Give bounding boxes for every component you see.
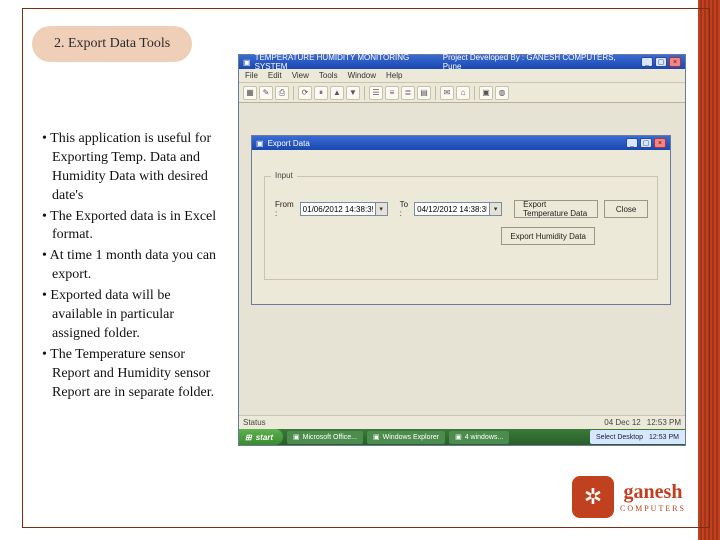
export-window-titlebar: ▣ Export Data _ ▢ × xyxy=(252,136,670,150)
toolbar: ▦ ✎ ⎙ ⟳ ⏸ ▲ ▼ ☰ ≡ ≣ ▤ ✉ ⌂ ▣ ◍ xyxy=(239,83,685,103)
toolbar-button[interactable]: ▤ xyxy=(417,86,431,100)
maximize-button[interactable]: ▢ xyxy=(655,57,667,67)
input-groupbox: Input From : ▾ To : ▾ Export Temperature… xyxy=(264,176,658,280)
chevron-down-icon[interactable]: ▾ xyxy=(376,202,388,216)
logo-subtitle: COMPUTERS xyxy=(620,504,686,513)
toolbar-button[interactable]: ⌂ xyxy=(456,86,470,100)
bullet-list: This application is useful for Exporting… xyxy=(42,130,220,404)
system-tray[interactable]: Select Desktop 12:53 PM xyxy=(590,430,685,444)
toolbar-separator xyxy=(293,86,294,100)
start-label: start xyxy=(256,433,273,442)
close-button[interactable]: × xyxy=(669,57,681,67)
company-logo: ✲ ganesh COMPUTERS xyxy=(572,476,686,518)
export-window-icon: ▣ xyxy=(256,139,264,148)
status-time: 12:53 PM xyxy=(647,418,681,427)
toolbar-button[interactable]: ⏸ xyxy=(314,86,328,100)
toolbar-button[interactable]: ✉ xyxy=(440,86,454,100)
toolbar-separator xyxy=(435,86,436,100)
main-window-title-right: Project Developed By : GANESH COMPUTERS,… xyxy=(443,53,635,71)
groupbox-label: Input xyxy=(271,171,297,180)
app-window: ▣ TEMPERATURE HUMIDITY MONITORING SYSTEM… xyxy=(238,54,686,446)
logo-name: ganesh xyxy=(624,481,683,504)
maximize-button[interactable]: ▢ xyxy=(640,138,652,148)
from-date-input[interactable] xyxy=(300,202,376,216)
toolbar-button[interactable]: ⎙ xyxy=(275,86,289,100)
list-item: At time 1 month data you can export. xyxy=(42,247,220,285)
toolbar-button[interactable]: ☰ xyxy=(369,86,383,100)
slide-title: 2. Export Data Tools xyxy=(32,26,192,62)
main-window-title-left: TEMPERATURE HUMIDITY MONITORING SYSTEM xyxy=(255,53,443,71)
toolbar-button[interactable]: ▲ xyxy=(330,86,344,100)
close-dialog-button[interactable]: Close xyxy=(604,200,648,218)
main-window-titlebar: ▣ TEMPERATURE HUMIDITY MONITORING SYSTEM… xyxy=(239,55,685,69)
toolbar-button[interactable]: ▼ xyxy=(346,86,360,100)
menu-tools[interactable]: Tools xyxy=(319,71,338,80)
mdi-client-area: ▣ Export Data _ ▢ × Input From : ▾ xyxy=(239,103,685,427)
tray-label: Select Desktop xyxy=(596,434,643,441)
toolbar-button[interactable]: ◍ xyxy=(495,86,509,100)
app-icon: ▣ xyxy=(455,433,462,441)
to-label: To : xyxy=(400,200,408,218)
list-item: Exported data will be available in parti… xyxy=(42,287,220,344)
close-button[interactable]: × xyxy=(654,138,666,148)
export-humidity-button[interactable]: Export Humidity Data xyxy=(501,227,595,245)
taskbar-item[interactable]: ▣Windows Explorer xyxy=(367,431,445,444)
logo-icon: ✲ xyxy=(572,476,614,518)
toolbar-separator xyxy=(474,86,475,100)
export-window-title: Export Data xyxy=(268,139,310,148)
menu-view[interactable]: View xyxy=(292,71,309,80)
menu-file[interactable]: File xyxy=(245,71,258,80)
chevron-down-icon[interactable]: ▾ xyxy=(490,202,502,216)
toolbar-button[interactable]: ⟳ xyxy=(298,86,312,100)
taskbar-item[interactable]: ▣Microsoft Office... xyxy=(287,431,363,444)
menu-bar: File Edit View Tools Window Help xyxy=(239,69,685,83)
status-label: Status xyxy=(243,418,266,427)
toolbar-button[interactable]: ≡ xyxy=(385,86,399,100)
export-temperature-button[interactable]: Export Temperature Data xyxy=(514,200,598,218)
toolbar-button[interactable]: ▦ xyxy=(243,86,257,100)
menu-window[interactable]: Window xyxy=(348,71,376,80)
taskbar-item[interactable]: ▣4 windows... xyxy=(449,431,509,444)
menu-edit[interactable]: Edit xyxy=(268,71,282,80)
taskbar: ⊞ start ▣Microsoft Office... ▣Windows Ex… xyxy=(239,429,685,445)
from-label: From : xyxy=(275,200,294,218)
menu-help[interactable]: Help xyxy=(386,71,402,80)
start-button[interactable]: ⊞ start xyxy=(239,429,283,445)
app-icon: ▣ xyxy=(293,433,300,441)
tray-time: 12:53 PM xyxy=(649,434,679,441)
toolbar-button[interactable]: ≣ xyxy=(401,86,415,100)
list-item: The Temperature sensor Report and Humidi… xyxy=(42,346,220,403)
toolbar-button[interactable]: ▣ xyxy=(479,86,493,100)
toolbar-separator xyxy=(364,86,365,100)
list-item: This application is useful for Exporting… xyxy=(42,130,220,206)
folder-icon: ▣ xyxy=(373,433,380,441)
status-date: 04 Dec 12 xyxy=(604,418,640,427)
windows-icon: ⊞ xyxy=(245,433,252,442)
to-date-input[interactable] xyxy=(414,202,490,216)
minimize-button[interactable]: _ xyxy=(641,57,653,67)
app-icon: ▣ xyxy=(243,58,251,67)
export-data-window: ▣ Export Data _ ▢ × Input From : ▾ xyxy=(251,135,671,305)
status-bar: Status 04 Dec 12 12:53 PM xyxy=(239,415,685,429)
minimize-button[interactable]: _ xyxy=(626,138,638,148)
list-item: The Exported data is in Excel format. xyxy=(42,208,220,246)
toolbar-button[interactable]: ✎ xyxy=(259,86,273,100)
